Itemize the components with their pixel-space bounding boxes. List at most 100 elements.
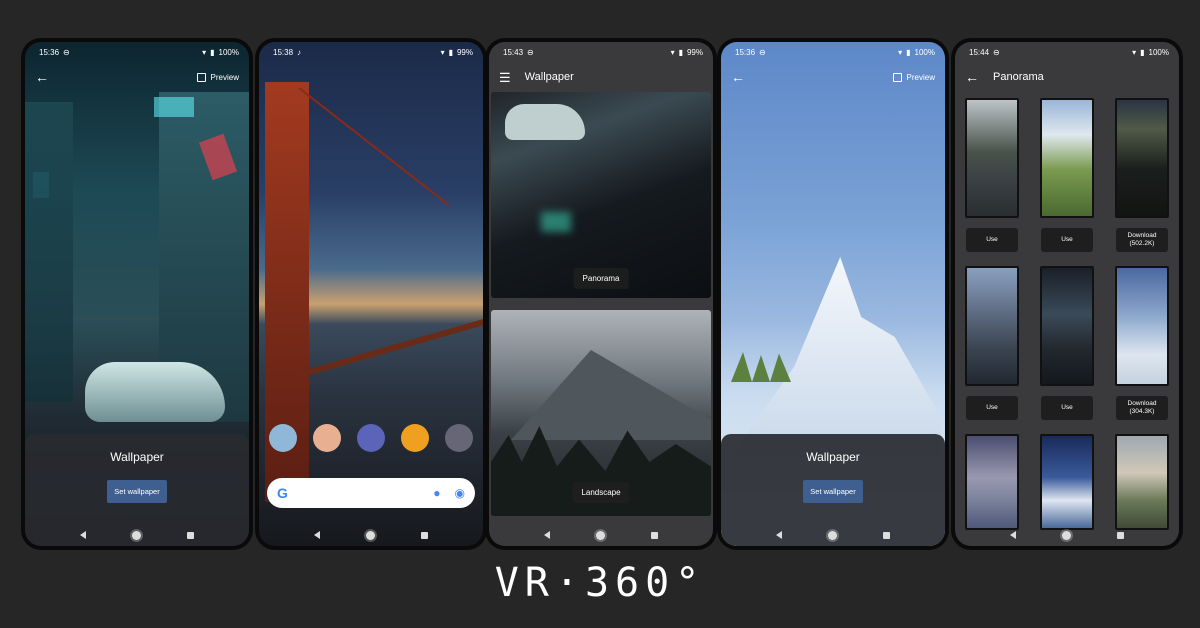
status-time: 15:36 (735, 47, 756, 57)
nav-bar (489, 524, 713, 546)
weather-app-icon[interactable] (269, 424, 297, 452)
nav-recents-icon[interactable] (651, 531, 658, 539)
status-bar: 15:43 ⊖ ▾ ▮ 99% (489, 42, 713, 62)
panorama-thumbnail[interactable] (1115, 434, 1169, 530)
brand-caption: VR·360° (494, 560, 706, 606)
panorama-thumbnail[interactable] (965, 266, 1019, 386)
nav-home-icon[interactable] (596, 530, 605, 540)
phone-city-preview: 15:36 ⊖ ▾ ▮ 100% ← Preview Wallpaper Set wa… (21, 38, 253, 550)
nav-bar (25, 524, 249, 546)
phone-category-list: 15:43 ⊖ ▾ ▮ 99% ☰ Wallpaper Panorama Landsc… (485, 38, 717, 550)
status-bar: 15:44 ⊖ ▾ ▮ 100% (955, 42, 1179, 62)
panorama-thumbnail[interactable] (1040, 266, 1094, 386)
battery-level: 99% (456, 47, 473, 57)
pig-app-icon[interactable] (313, 424, 341, 452)
nav-home-icon[interactable] (1062, 530, 1071, 540)
menu-icon[interactable]: ☰ (499, 71, 511, 84)
nav-recents-icon[interactable] (1117, 531, 1124, 539)
panorama-screen: 15:44 ⊖ ▾ ▮ 100% ← Panorama Use Use Downloa… (955, 42, 1179, 546)
back-arrow-icon[interactable]: ← (965, 70, 979, 84)
preview-toggle[interactable]: Preview (196, 72, 239, 82)
calculator-app-icon[interactable] (401, 424, 429, 452)
wifi-icon: ▾ (1132, 47, 1137, 57)
bridge-cable (298, 87, 450, 206)
status-time: 15:38 (273, 47, 294, 57)
panorama-grid: Use Use Download (502.2K) Use Use Downlo… (965, 98, 1169, 544)
nav-back-icon[interactable] (314, 531, 320, 539)
panorama-thumbnail[interactable] (965, 434, 1019, 530)
preview-checkbox[interactable] (892, 72, 902, 82)
download-button[interactable]: Download (304.3K) (1116, 396, 1168, 420)
status-bar: 15:36 ⊖ ▾ ▮ 100% (721, 42, 945, 62)
set-wallpaper-button[interactable]: Set wallpaper (803, 480, 863, 503)
status-time: 15:44 (969, 47, 990, 57)
back-arrow-icon[interactable]: ← (731, 70, 745, 84)
nav-back-icon[interactable] (80, 531, 86, 539)
notification-icon: ⊖ (759, 47, 766, 57)
back-arrow-icon[interactable]: ← (35, 70, 49, 84)
nav-home-icon[interactable] (132, 530, 141, 540)
lens-icon[interactable]: ◉ (455, 486, 465, 500)
preview-label: Preview (906, 72, 935, 82)
nav-bar (955, 524, 1179, 546)
nav-recents-icon[interactable] (187, 531, 194, 539)
screen-title: Panorama (993, 71, 1044, 83)
set-wallpaper-button[interactable]: Set wallpaper (107, 480, 167, 503)
nav-bar (721, 524, 945, 546)
sheet-title: Wallpaper (806, 450, 860, 464)
grid-item: Use (1040, 98, 1094, 252)
battery-level: 100% (914, 47, 935, 57)
notification-icon: ⊖ (63, 47, 70, 57)
neon-sign-cyan (154, 97, 194, 117)
tile-label-panorama: Panorama (573, 268, 629, 289)
phone-panorama-grid: 15:44 ⊖ ▾ ▮ 100% ← Panorama Use Use Downloa… (951, 38, 1183, 550)
battery-icon: ▮ (1140, 47, 1145, 57)
download-button[interactable]: Download (502.2K) (1116, 228, 1168, 252)
battery-icon: ▮ (678, 47, 683, 57)
panorama-thumbnail[interactable] (1115, 266, 1169, 386)
panorama-thumbnail[interactable] (965, 98, 1019, 218)
mic-icon[interactable]: ● (433, 486, 440, 500)
pine-trees (731, 352, 791, 382)
nav-back-icon[interactable] (544, 531, 550, 539)
use-button[interactable]: Use (966, 228, 1018, 252)
app-bar: ← Panorama (955, 62, 1179, 92)
nav-recents-icon[interactable] (421, 531, 428, 539)
preview-checkbox[interactable] (196, 72, 206, 82)
nav-home-icon[interactable] (828, 530, 837, 540)
category-tile-panorama[interactable]: Panorama (491, 92, 711, 298)
panorama-thumbnail[interactable] (1115, 98, 1169, 218)
use-button[interactable]: Use (966, 396, 1018, 420)
nav-home-icon[interactable] (366, 530, 375, 540)
search-bar[interactable]: G ● ◉ (267, 478, 475, 508)
wifi-icon: ▾ (202, 47, 207, 57)
battery-level: 100% (218, 47, 239, 57)
grid-item: Use (965, 266, 1019, 420)
nav-back-icon[interactable] (1010, 531, 1016, 539)
city-wallpaper: 15:36 ⊖ ▾ ▮ 100% ← Preview Wallpaper Set wa… (25, 42, 249, 546)
game-app-icon[interactable] (357, 424, 385, 452)
sports-car (85, 362, 225, 422)
nav-recents-icon[interactable] (883, 531, 890, 539)
mountain-wallpaper: 15:36 ⊖ ▾ ▮ 100% ← Preview Wallpaper Set wa… (721, 42, 945, 546)
panorama-thumbnail[interactable] (1040, 98, 1094, 218)
grid-item (1040, 434, 1094, 530)
preview-toggle[interactable]: Preview (892, 72, 935, 82)
storm-app-icon[interactable] (445, 424, 473, 452)
preview-label: Preview (210, 72, 239, 82)
notification-icon: ⊖ (993, 47, 1000, 57)
grid-item (1115, 434, 1169, 530)
use-button[interactable]: Use (1041, 396, 1093, 420)
bridge-wallpaper: 15:38 ♪ ▾ ▮ 99% G ● ◉ (259, 42, 483, 546)
battery-level: 99% (686, 47, 703, 57)
status-time: 15:36 (39, 47, 60, 57)
use-button[interactable]: Use (1041, 228, 1093, 252)
status-bar: 15:36 ⊖ ▾ ▮ 100% (25, 42, 249, 62)
phone-home-screen: 15:38 ♪ ▾ ▮ 99% G ● ◉ (255, 38, 487, 550)
category-tile-landscape[interactable]: Landscape (491, 310, 711, 516)
nav-back-icon[interactable] (776, 531, 782, 539)
phone-mountain-preview: 15:36 ⊖ ▾ ▮ 100% ← Preview Wallpaper Set wa… (717, 38, 949, 550)
panorama-thumbnail[interactable] (1040, 434, 1094, 530)
nav-bar (259, 524, 483, 546)
mountain-peak (731, 257, 941, 457)
